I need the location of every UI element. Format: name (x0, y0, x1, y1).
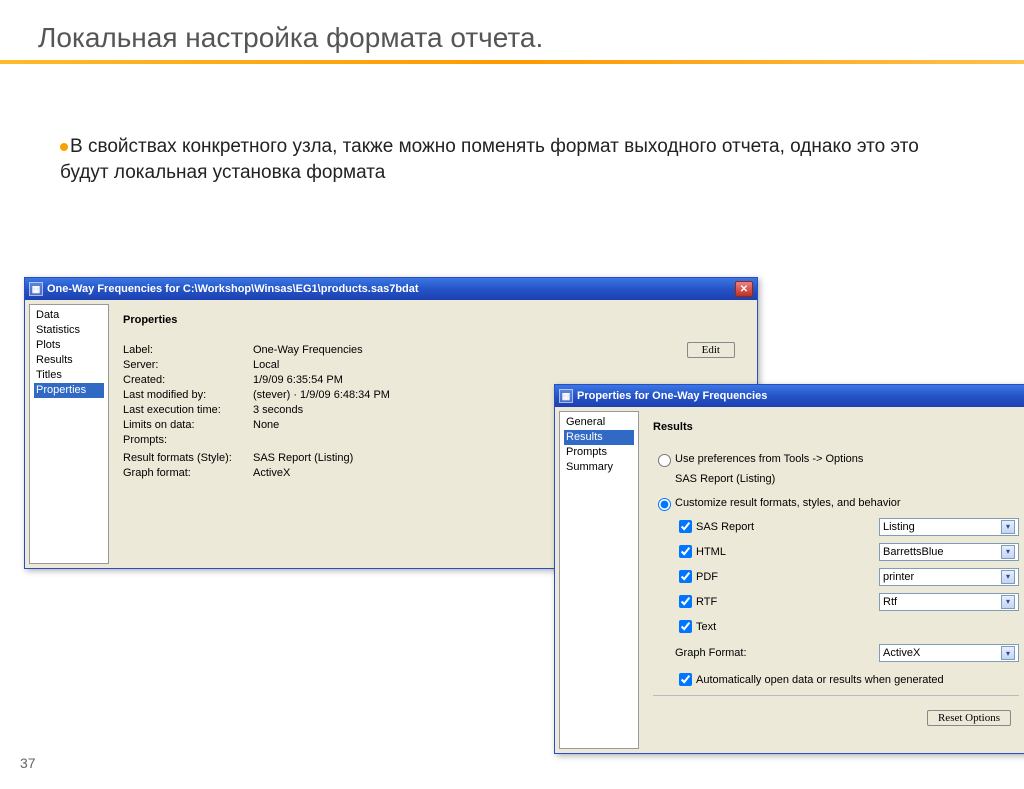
edit-button[interactable]: Edit (687, 342, 735, 358)
body-paragraph: В свойствах конкретного узла, также можн… (60, 134, 964, 185)
sidebar-item-general[interactable]: General (564, 415, 634, 430)
app-icon: ▦ (29, 282, 43, 296)
format-style-combo[interactable]: printer ▾ (879, 568, 1019, 586)
panel-heading: Properties (123, 314, 745, 326)
sidebar-item-plots[interactable]: Plots (34, 338, 104, 353)
sidebar-item-prompts[interactable]: Prompts (564, 445, 634, 460)
property-label: Result formats (Style): (123, 452, 253, 464)
chevron-down-icon: ▾ (1001, 595, 1015, 609)
chevron-down-icon: ▾ (1001, 646, 1015, 660)
slide-title: Локальная настройка формата отчета. (38, 22, 1024, 54)
format-row-text: Text (675, 617, 1019, 636)
format-row-rtf: RTF Rtf ▾ (675, 592, 1019, 611)
property-label: Created: (123, 374, 253, 386)
combo-value: BarrettsBlue (883, 546, 944, 558)
property-label: Server: (123, 359, 253, 371)
separator (653, 695, 1019, 696)
app-icon: ▦ (559, 389, 573, 403)
sidebar-item-statistics[interactable]: Statistics (34, 323, 104, 338)
divider-bar (0, 60, 1024, 64)
combo-value: Listing (883, 521, 915, 533)
graph-format-combo[interactable]: ActiveX ▾ (879, 644, 1019, 662)
reset-options-button[interactable]: Reset Options (927, 710, 1011, 726)
window-titlebar[interactable]: ▦ Properties for One-Way Frequencies (555, 385, 1024, 407)
results-properties-window: ▦ Properties for One-Way Frequencies Gen… (554, 384, 1024, 754)
chevron-down-icon: ▾ (1001, 545, 1015, 559)
checkbox-input[interactable] (679, 620, 692, 633)
format-label: PDF (696, 571, 718, 583)
format-style-combo[interactable]: Listing ▾ (879, 518, 1019, 536)
graph-format-label: Graph Format: (675, 647, 747, 659)
property-label: Last modified by: (123, 389, 253, 401)
chevron-down-icon: ▾ (1001, 520, 1015, 534)
body-text: В свойствах конкретного узла, также можн… (60, 136, 919, 183)
category-list: GeneralResultsPromptsSummary (559, 411, 639, 749)
format-row-sas-report: SAS Report Listing ▾ (675, 517, 1019, 536)
checkbox-label: Automatically open data or results when … (696, 674, 944, 686)
radio-use-prefs[interactable]: Use preferences from Tools -> Options (653, 451, 1019, 467)
radio-customize[interactable]: Customize result formats, styles, and be… (653, 495, 1019, 511)
combo-value: ActiveX (883, 647, 920, 659)
checkbox-input[interactable] (679, 520, 692, 533)
sidebar-item-titles[interactable]: Titles (34, 368, 104, 383)
format-style-combo[interactable]: BarrettsBlue ▾ (879, 543, 1019, 561)
graph-format-row: Graph Format: ActiveX ▾ (675, 644, 1019, 662)
property-label: Last execution time: (123, 404, 253, 416)
category-list: DataStatisticsPlotsResultsTitlesProperti… (29, 304, 109, 564)
window-title-text: Properties for One-Way Frequencies (577, 390, 767, 402)
format-row-pdf: PDF printer ▾ (675, 567, 1019, 586)
property-label: Graph format: (123, 467, 253, 479)
sidebar-item-data[interactable]: Data (34, 308, 104, 323)
property-label: Label: (123, 344, 253, 356)
sidebar-item-summary[interactable]: Summary (564, 460, 634, 475)
radio-label: Use preferences from Tools -> Options (675, 453, 863, 465)
radio-input[interactable] (658, 454, 671, 467)
property-label: Limits on data: (123, 419, 253, 431)
window-title-text: One-Way Frequencies for C:\Workshop\Wins… (47, 283, 419, 295)
format-row-html: HTML BarrettsBlue ▾ (675, 542, 1019, 561)
combo-value: Rtf (883, 596, 897, 608)
radio-input[interactable] (658, 498, 671, 511)
format-label: RTF (696, 596, 717, 608)
prefs-subtext: SAS Report (Listing) (675, 473, 1019, 485)
chevron-down-icon: ▾ (1001, 570, 1015, 584)
format-label: HTML (696, 546, 726, 558)
close-icon[interactable]: ✕ (735, 281, 753, 297)
bullet-icon (60, 143, 68, 151)
format-style-combo[interactable]: Rtf ▾ (879, 593, 1019, 611)
page-number: 37 (20, 755, 36, 771)
window-titlebar[interactable]: ▦ One-Way Frequencies for C:\Workshop\Wi… (25, 278, 757, 300)
property-row: Server:Local (123, 359, 745, 371)
sidebar-item-results[interactable]: Results (34, 353, 104, 368)
checkbox-input[interactable] (679, 673, 692, 686)
combo-value: printer (883, 571, 914, 583)
checkbox-input[interactable] (679, 570, 692, 583)
property-value: Local (253, 359, 745, 371)
format-label: Text (696, 621, 716, 633)
checkbox-input[interactable] (679, 595, 692, 608)
sidebar-item-properties[interactable]: Properties (34, 383, 104, 398)
radio-label: Customize result formats, styles, and be… (675, 497, 901, 509)
results-panel: Results Use preferences from Tools -> Op… (645, 411, 1024, 749)
checkbox-input[interactable] (679, 545, 692, 558)
sidebar-item-results[interactable]: Results (564, 430, 634, 445)
format-label: SAS Report (696, 521, 754, 533)
property-label: Prompts: (123, 434, 253, 446)
property-row: Label:One-Way Frequencies (123, 344, 745, 356)
property-value: One-Way Frequencies (253, 344, 745, 356)
panel-heading: Results (653, 421, 1019, 433)
auto-open-checkbox[interactable]: Automatically open data or results when … (675, 670, 1019, 689)
